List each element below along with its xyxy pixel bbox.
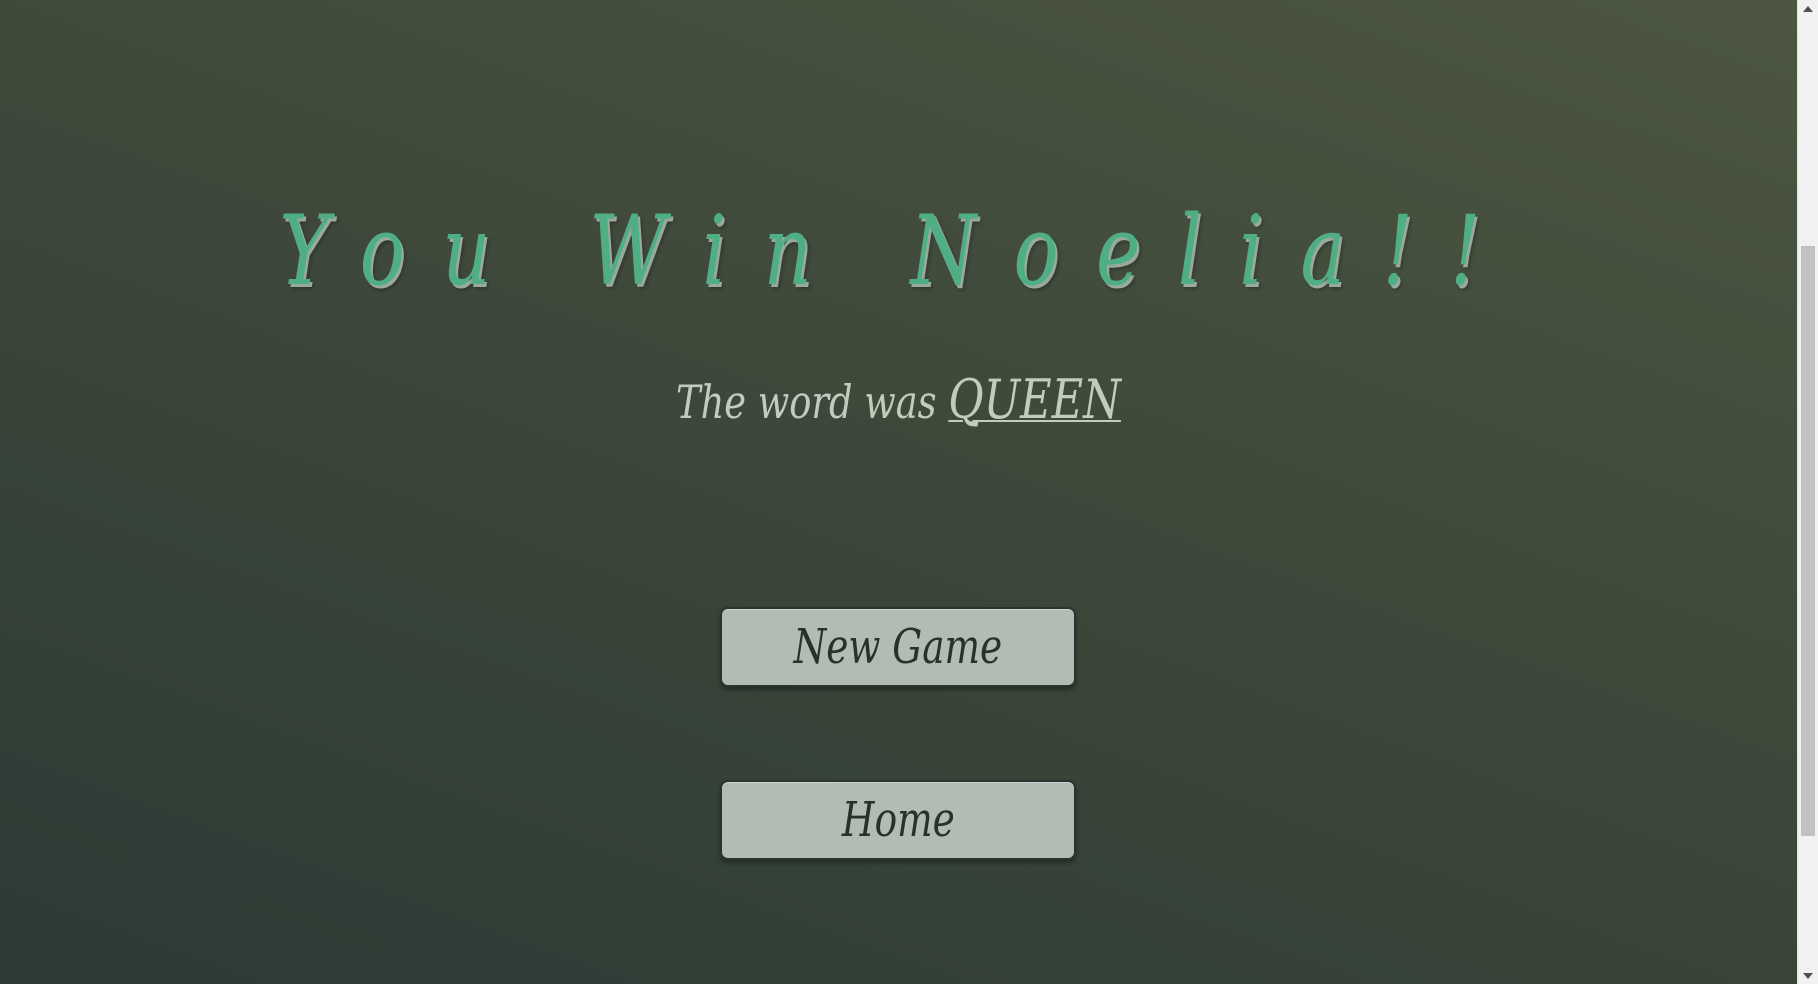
scrollbar-thumb[interactable] [1801,246,1815,836]
scroll-up-button[interactable] [1798,0,1818,17]
home-label: Home [841,792,955,848]
chevron-down-icon [1803,972,1813,979]
word-reveal: The word was QUEEN [180,370,1618,432]
new-game-button[interactable]: New Game [720,607,1076,687]
vertical-scrollbar[interactable] [1797,0,1818,984]
chevron-up-icon [1803,5,1813,12]
win-title: You Win Noelia!! [279,195,1518,307]
answer-word: QUEEN [948,368,1121,431]
new-game-label: New Game [793,619,1003,675]
game-screen: You Win Noelia!! The word was QUEEN New … [0,0,1797,984]
home-button[interactable]: Home [720,780,1076,860]
word-reveal-prefix: The word was [676,375,937,429]
scroll-down-button[interactable] [1798,967,1818,984]
